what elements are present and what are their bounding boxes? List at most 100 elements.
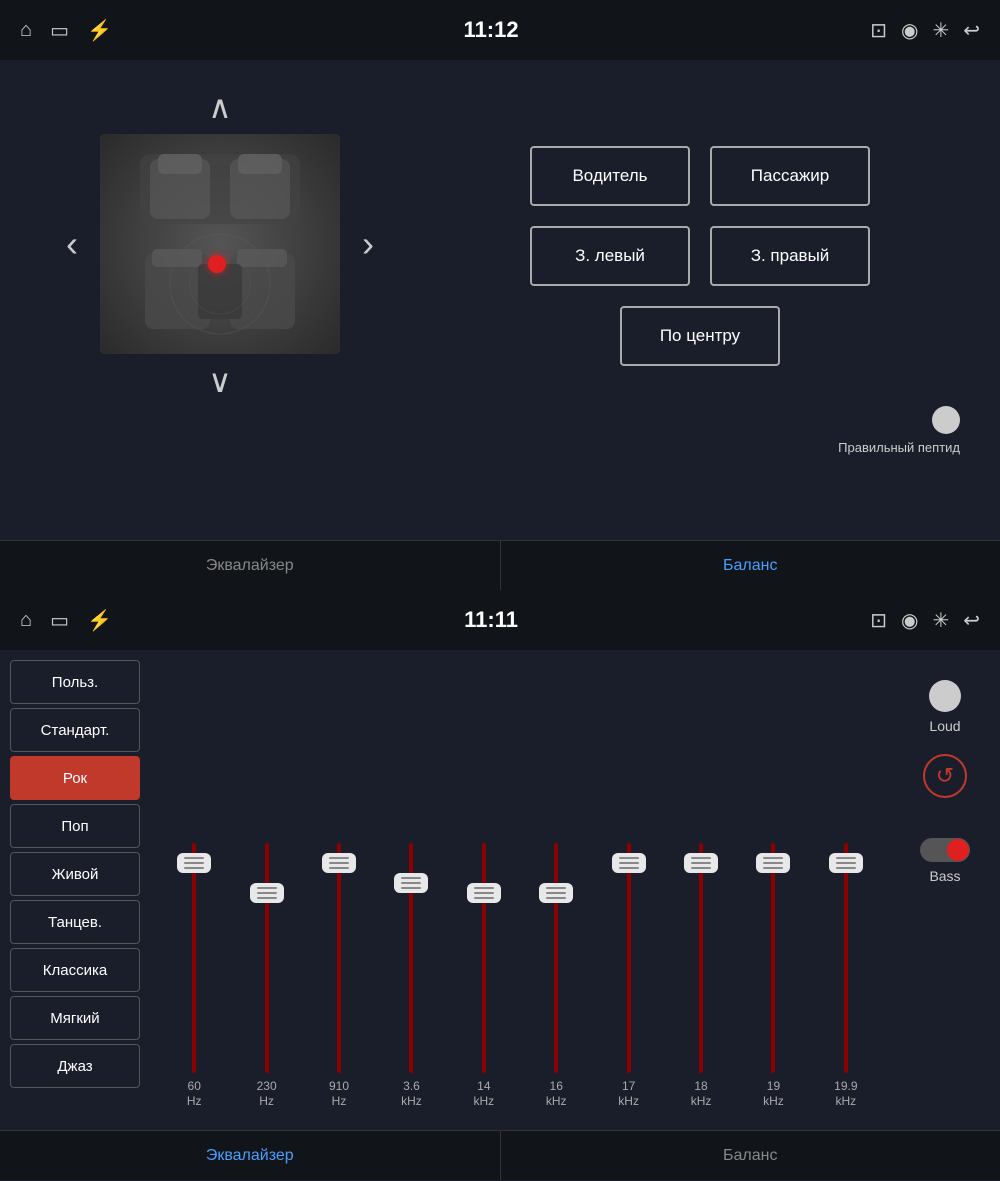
status-bar-right-icons: ⊡ ◉ ✳ ↩: [870, 18, 980, 43]
slider-col-3: 3.6kHz: [377, 830, 445, 1110]
eq-sliders: 60Hz 230Hz: [150, 650, 890, 1130]
cast-icon[interactable]: ⊡: [870, 18, 887, 43]
status-bar-left-icons: ⌂ ▭ ⚡: [20, 18, 112, 43]
slider-label-0: 60Hz: [187, 1079, 202, 1110]
slider-handle-9[interactable]: [829, 853, 863, 873]
preset-item-4[interactable]: Живой: [10, 852, 140, 896]
top-main-content: ∧ ‹: [0, 60, 1000, 540]
preset-item-0[interactable]: Польз.: [10, 660, 140, 704]
slider-handle-4[interactable]: [467, 883, 501, 903]
bottom-cast-icon[interactable]: ⊡: [870, 608, 887, 633]
red-dot-indicator: [208, 255, 226, 273]
bottom-status-bar-right: ⊡ ◉ ✳ ↩: [870, 608, 980, 633]
slider-track-7: [699, 843, 703, 1073]
bottom-back-icon[interactable]: ↩: [963, 608, 980, 633]
loud-label: Loud: [929, 718, 960, 734]
slider-handle-2[interactable]: [322, 853, 356, 873]
buttons-panel: Водитель Пассажир З. левый З. правый По …: [410, 80, 970, 520]
bottom-screen-icon[interactable]: ▭: [50, 608, 69, 633]
rear-left-button[interactable]: З. левый: [530, 226, 690, 286]
tab-equalizer-top[interactable]: Эквалайзер: [0, 541, 501, 590]
preset-item-6[interactable]: Классика: [10, 948, 140, 992]
slider-col-1: 230Hz: [232, 830, 300, 1110]
seat-arrow-down[interactable]: ∨: [188, 354, 251, 408]
preset-item-1[interactable]: Стандарт.: [10, 708, 140, 752]
bass-slider-track[interactable]: [920, 838, 970, 862]
seat-svg: [120, 144, 320, 344]
reset-button[interactable]: ↺: [923, 754, 967, 798]
bottom-status-bar-left: ⌂ ▭ ⚡: [20, 608, 112, 633]
center-button[interactable]: По центру: [620, 306, 780, 366]
slider-handle-1[interactable]: [250, 883, 284, 903]
location-icon[interactable]: ◉: [901, 18, 918, 43]
tab-equalizer-bottom[interactable]: Эквалайзер: [0, 1131, 501, 1180]
slider-label-4: 14kHz: [473, 1079, 494, 1110]
bass-slider-knob: [947, 839, 969, 861]
top-status-bar: ⌂ ▭ ⚡ 11:12 ⊡ ◉ ✳ ↩: [0, 0, 1000, 60]
preset-item-8[interactable]: Джаз: [10, 1044, 140, 1088]
bluetooth-icon[interactable]: ✳: [932, 18, 949, 43]
slider-col-4: 14kHz: [450, 830, 518, 1110]
slider-col-9: 19.9kHz: [812, 830, 880, 1110]
slider-col-7: 18kHz: [667, 830, 735, 1110]
slider-track-6: [627, 843, 631, 1073]
slider-track-0: [192, 843, 196, 1073]
tab-balance-bottom[interactable]: Баланс: [501, 1131, 1000, 1180]
preset-item-5[interactable]: Танцев.: [10, 900, 140, 944]
seat-image: [100, 134, 340, 354]
top-panel: ⌂ ▭ ⚡ 11:12 ⊡ ◉ ✳ ↩ ∧ ‹: [0, 0, 1000, 590]
toggle-label: Правильный пептид: [838, 440, 960, 455]
eq-content: Польз.Стандарт.РокПопЖивойТанцев.Классик…: [0, 650, 1000, 1130]
home-icon[interactable]: ⌂: [20, 19, 32, 42]
slider-label-5: 16kHz: [546, 1079, 567, 1110]
bottom-usb-icon[interactable]: ⚡: [87, 608, 112, 633]
buttons-row-middle: З. левый З. правый: [530, 226, 870, 286]
slider-track-2: [337, 843, 341, 1073]
toggle-circle[interactable]: [932, 406, 960, 434]
preset-list: Польз.Стандарт.РокПопЖивойТанцев.Классик…: [0, 650, 150, 1130]
top-tab-bar: Эквалайзер Баланс: [0, 540, 1000, 590]
preset-item-3[interactable]: Поп: [10, 804, 140, 848]
slider-handle-5[interactable]: [539, 883, 573, 903]
seat-nav-right[interactable]: ›: [350, 218, 386, 270]
sliders-row: 60Hz 230Hz: [160, 670, 880, 1120]
back-icon[interactable]: ↩: [963, 18, 980, 43]
loud-circle[interactable]: [929, 680, 961, 712]
slider-track-9: [844, 843, 848, 1073]
bottom-time: 11:11: [464, 607, 518, 633]
usb-icon[interactable]: ⚡: [87, 18, 112, 43]
slider-handle-3[interactable]: [394, 873, 428, 893]
slider-label-2: 910Hz: [329, 1079, 349, 1110]
tab-balance-top[interactable]: Баланс: [501, 541, 1000, 590]
slider-label-3: 3.6kHz: [401, 1079, 422, 1110]
preset-item-7[interactable]: Мягкий: [10, 996, 140, 1040]
slider-handle-6[interactable]: [612, 853, 646, 873]
toggle-area: Правильный пептид: [838, 406, 970, 455]
slider-handle-7[interactable]: [684, 853, 718, 873]
driver-button[interactable]: Водитель: [530, 146, 690, 206]
slider-track-8: [771, 843, 775, 1073]
slider-track-3: [409, 843, 413, 1073]
slider-col-6: 17kHz: [594, 830, 662, 1110]
passenger-button[interactable]: Пассажир: [710, 146, 870, 206]
bottom-panel: ⌂ ▭ ⚡ 11:11 ⊡ ◉ ✳ ↩ Польз.Стандарт.РокПо…: [0, 590, 1000, 1181]
rear-right-button[interactable]: З. правый: [710, 226, 870, 286]
buttons-row-bottom: По центру: [620, 306, 780, 366]
seat-nav: ‹: [54, 134, 386, 354]
bass-label: Bass: [929, 868, 960, 884]
slider-label-6: 17kHz: [618, 1079, 639, 1110]
seat-nav-left[interactable]: ‹: [54, 218, 90, 270]
slider-col-0: 60Hz: [160, 830, 228, 1110]
bass-toggle: Bass: [920, 838, 970, 884]
screen-icon[interactable]: ▭: [50, 18, 69, 43]
slider-track-1: [265, 843, 269, 1073]
bottom-bluetooth-icon[interactable]: ✳: [932, 608, 949, 633]
bottom-home-icon[interactable]: ⌂: [20, 609, 32, 632]
slider-label-9: 19.9kHz: [834, 1079, 857, 1110]
preset-item-2[interactable]: Рок: [10, 756, 140, 800]
slider-handle-0[interactable]: [177, 853, 211, 873]
bottom-location-icon[interactable]: ◉: [901, 608, 918, 633]
seat-arrow-up[interactable]: ∧: [188, 80, 251, 134]
slider-handle-8[interactable]: [756, 853, 790, 873]
slider-label-7: 18kHz: [691, 1079, 712, 1110]
